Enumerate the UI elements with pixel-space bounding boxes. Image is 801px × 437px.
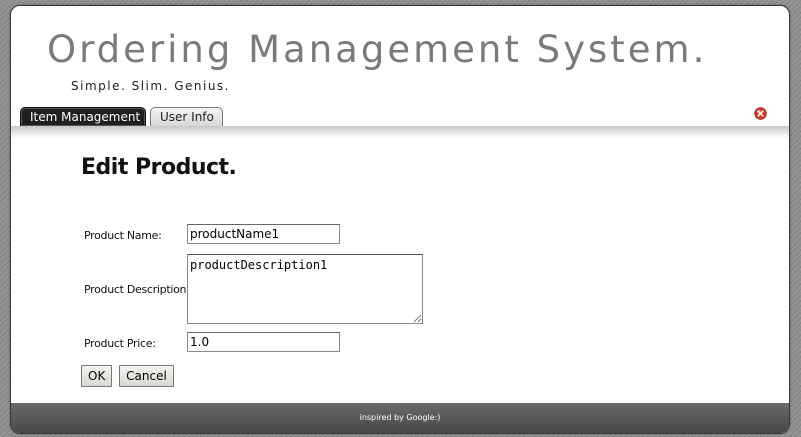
footer: inspired by Google:) [11, 403, 789, 433]
ok-button[interactable]: OK [81, 365, 112, 387]
product-price-label: Product Price: [84, 337, 156, 350]
header-divider [11, 126, 789, 140]
app-window: Ordering Management System. Simple. Slim… [10, 5, 790, 434]
product-description-label: Product Description: [84, 283, 190, 296]
tab-item-management[interactable]: Item Management [20, 107, 146, 126]
product-name-label: Product Name: [84, 229, 162, 242]
tagline: Simple. Slim. Genius. [71, 79, 230, 93]
app-title: Ordering Management System. [47, 28, 708, 71]
tab-user-info[interactable]: User Info [150, 107, 223, 126]
page-title: Edit Product. [81, 155, 237, 180]
cancel-button[interactable]: Cancel [119, 365, 174, 387]
product-name-input[interactable] [187, 224, 340, 244]
footer-text: inspired by Google:) [359, 413, 441, 422]
close-icon[interactable] [754, 107, 767, 120]
edit-product-form: Edit Product. Product Name: Product Desc… [11, 140, 789, 406]
header: Ordering Management System. Simple. Slim… [11, 6, 789, 128]
product-price-input[interactable] [187, 332, 340, 352]
product-description-textarea[interactable]: productDescription1 [187, 254, 423, 324]
